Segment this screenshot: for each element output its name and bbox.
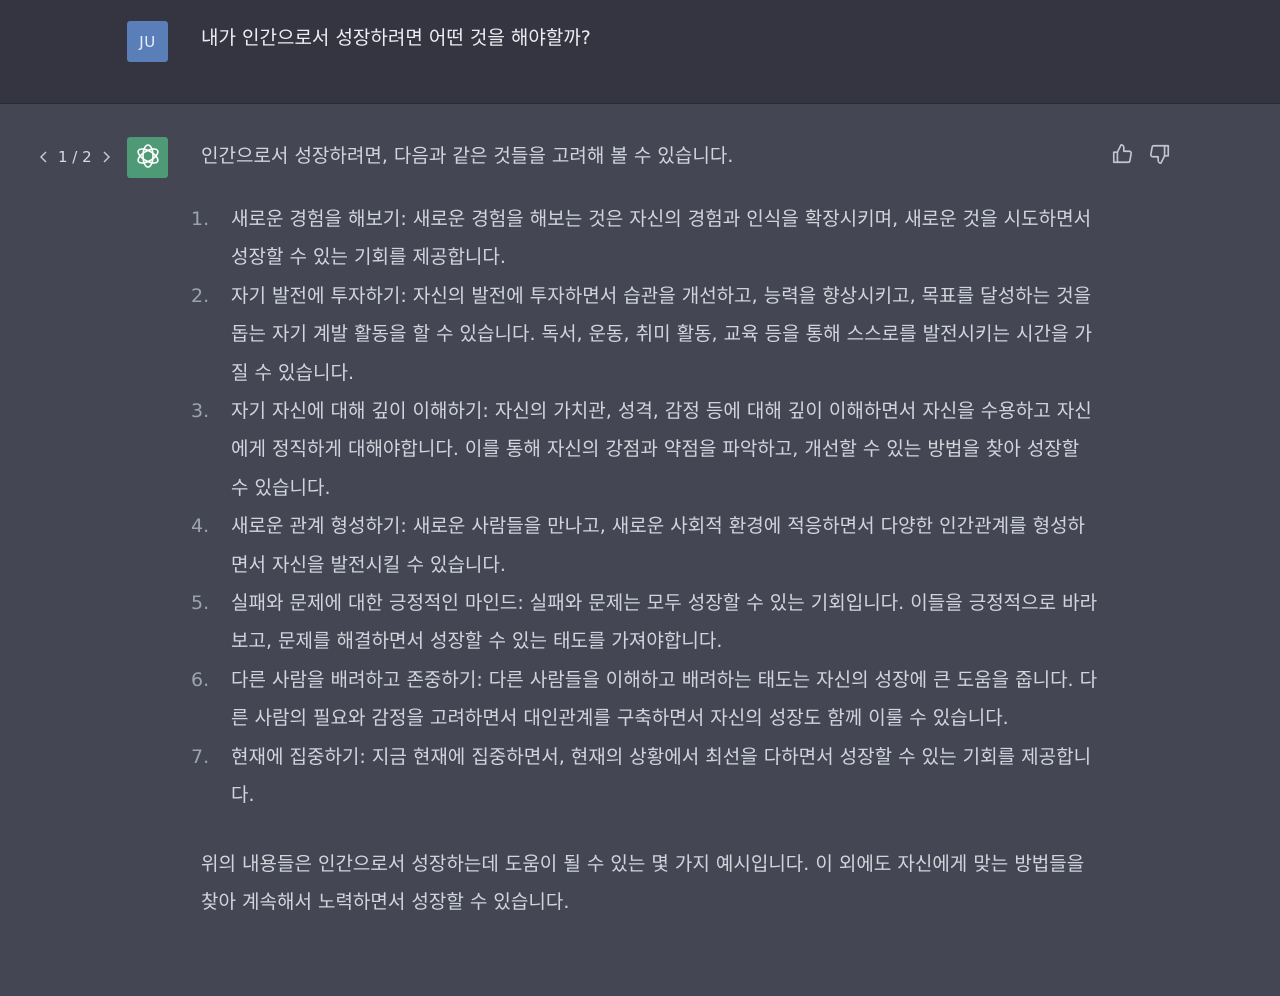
thumbs-down-icon[interactable] [1148,142,1172,166]
list-item-text: 다른 사람을 배려하고 존중하기: 다른 사람들을 이해하고 배려하는 태도는 … [231,668,1098,730]
user-avatar: JU [127,21,168,62]
list-item: 2. 자기 발전에 투자하기: 자신의 발전에 투자하면서 습관을 개선하고, 능… [191,277,1101,392]
list-item-number: 5. [191,592,210,615]
list-item: 4. 새로운 관계 형성하기: 새로운 사람들을 만나고, 새로운 사회적 환경에… [191,507,1101,584]
openai-logo-icon [134,142,162,174]
list-item-number: 4. [191,515,210,538]
response-intro: 인간으로서 성장하려면, 다음과 같은 것들을 고려해 볼 수 있습니다. [201,145,734,167]
list-item-number: 2. [191,284,210,307]
list-item-number: 3. [191,400,210,423]
list-item: 7. 현재에 집중하기: 지금 현재에 집중하면서, 현재의 상황에서 최선을 다… [191,738,1101,815]
list-item-text: 현재에 집중하기: 지금 현재에 집중하면서, 현재의 상황에서 최선을 다하면… [231,745,1092,807]
list-item-text: 새로운 관계 형성하기: 새로운 사람들을 만나고, 새로운 사회적 환경에 적… [231,515,1086,576]
feedback-buttons [1110,142,1172,166]
thumbs-up-icon[interactable] [1110,142,1134,166]
response-pager: 1 / 2 [36,148,114,166]
list-item: 1. 새로운 경험을 해보기: 새로운 경험을 해보는 것은 자신의 경험과 인식… [191,200,1101,277]
list-item-text: 새로운 경험을 해보기: 새로운 경험을 해보는 것은 자신의 경험과 인식을 … [231,208,1092,269]
user-message-text: 내가 인간으로서 성장하려면 어떤 것을 해야할까? [201,27,591,49]
list-item-text: 실패와 문제에 대한 긍정적인 마인드: 실패와 문제는 모두 성장할 수 있는… [231,592,1098,653]
list-item-number: 1. [191,208,210,230]
list-item-number: 6. [191,668,210,691]
assistant-message-row: 1 / 2 인간으로서 성장하려면, 다음과 같은 것들을 고려해 볼 수 있습… [0,104,1280,996]
response-list: 1. 새로운 경험을 해보기: 새로운 경험을 해보는 것은 자신의 경험과 인식… [191,200,1101,815]
pager-count: 1 / 2 [58,148,92,166]
chevron-right-icon[interactable] [98,149,114,165]
response-outro: 위의 내용들은 인간으로서 성장하는데 도움이 될 수 있는 몇 가지 예시입니… [201,852,1085,913]
assistant-avatar [127,137,168,178]
assistant-message-content: 인간으로서 성장하려면, 다음과 같은 것들을 고려해 볼 수 있습니다. 1.… [191,140,1101,921]
list-item: 5. 실패와 문제에 대한 긍정적인 마인드: 실패와 문제는 모두 성장할 수 … [191,584,1101,661]
chevron-left-icon[interactable] [36,149,52,165]
list-item: 3. 자기 자신에 대해 깊이 이해하기: 자신의 가치관, 성격, 감정 등에 … [191,392,1101,507]
list-item-text: 자기 발전에 투자하기: 자신의 발전에 투자하면서 습관을 개선하고, 능력을… [231,284,1092,384]
list-item-text: 자기 자신에 대해 깊이 이해하기: 자신의 가치관, 성격, 감정 등에 대해… [231,400,1092,499]
list-item: 6. 다른 사람을 배려하고 존중하기: 다른 사람들을 이해하고 배려하는 태도… [191,661,1101,738]
list-item-number: 7. [191,745,210,768]
user-message-row: JU 내가 인간으로서 성장하려면 어떤 것을 해야할까? [0,0,1280,104]
